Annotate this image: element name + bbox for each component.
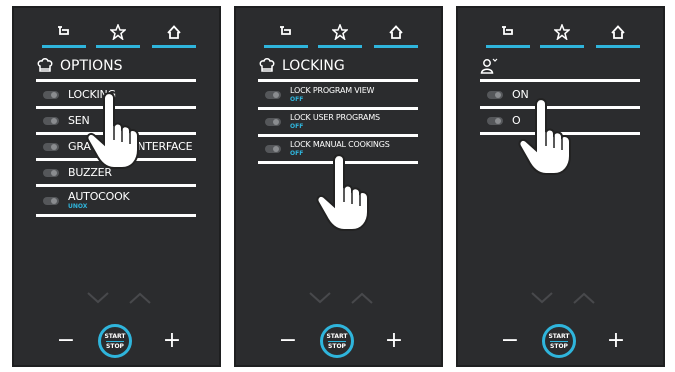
start-stop-divider [106,340,124,342]
scroll-down-icon[interactable] [308,291,332,305]
bottom-controls: − START STOP + [456,324,665,362]
pointing-hand-icon [316,154,369,231]
favorite-star-icon [554,24,570,40]
tab-underline [486,45,530,48]
user-lock-icon [480,58,498,74]
home-icon [167,25,181,39]
item-label: LOCK PROGRAM VIEW [290,86,375,96]
plus-button[interactable]: + [162,326,182,356]
toggle-indicator-icon [264,89,282,101]
toggle-indicator-icon [486,89,504,101]
chef-hat-icon [37,58,53,72]
scroll-up-icon[interactable] [128,291,152,305]
tab-underline [264,45,308,48]
item-sublabel: OFF [290,122,304,130]
header-underline [258,79,418,82]
back-icon [58,26,69,35]
page-header: LOCKING [258,52,418,82]
back-icon [502,26,513,35]
start-stop-button[interactable]: START STOP [542,324,576,358]
top-nav [12,20,221,50]
screen-locking: LOCKING LOCK PROGRAM VIEW OFF LOCK USER … [234,6,443,367]
page-title: LOCKING [282,58,345,74]
start-label: START [548,332,570,340]
item-label: AUTOCOOK [68,190,130,204]
start-stop-button[interactable]: START STOP [98,324,132,358]
favorites-button[interactable] [318,20,362,50]
scroll-down-icon[interactable] [86,291,110,305]
screen-options: OPTIONS LOCKING SEN GRA ER INTERFACE BUZ… [12,6,221,367]
favorite-star-icon [110,24,126,40]
header-underline [480,79,640,82]
minus-button[interactable]: − [56,326,76,356]
bottom-controls: − START STOP + [12,324,221,362]
tab-underline [596,45,640,48]
page-header: OPTIONS [36,52,196,82]
item-sublabel: UNOX [68,202,88,210]
header-underline [36,79,196,82]
plus-button[interactable]: + [384,326,404,356]
plus-button[interactable]: + [606,326,626,356]
home-button[interactable] [596,20,640,50]
minus-button[interactable]: − [500,326,520,356]
favorites-button[interactable] [96,20,140,50]
scroll-down-icon[interactable] [530,291,554,305]
toggle-indicator-icon [42,115,60,127]
scroll-up-icon[interactable] [350,291,374,305]
start-stop-divider [550,340,568,342]
stop-label: STOP [106,342,124,350]
top-nav [234,20,443,50]
screen-locking-value: ON O − START STOP + [456,6,665,367]
toggle-indicator-icon [486,115,504,127]
favorites-button[interactable] [540,20,584,50]
list-item-lock-program-view[interactable]: LOCK PROGRAM VIEW OFF [258,83,418,110]
stop-label: STOP [328,342,346,350]
start-stop-divider [328,340,346,342]
page-title: OPTIONS [60,58,123,74]
toggle-indicator-icon [42,167,60,179]
toggle-indicator-icon [42,141,60,153]
page-header [480,52,640,82]
scroll-up-icon[interactable] [572,291,596,305]
toggle-indicator-icon [264,143,282,155]
start-label: START [326,332,348,340]
tab-underline [152,45,196,48]
home-button[interactable] [152,20,196,50]
favorite-star-icon [332,24,348,40]
home-icon [389,25,403,39]
minus-button[interactable]: − [278,326,298,356]
toggle-indicator-icon [42,195,60,207]
item-sublabel: OFF [290,95,304,103]
item-label: LOCK USER PROGRAMS [290,113,380,123]
pointing-hand-icon [86,92,139,169]
stop-label: STOP [550,342,568,350]
bottom-controls: − START STOP + [234,324,443,362]
tab-underline [374,45,418,48]
tab-underline [96,45,140,48]
tab-underline [318,45,362,48]
pointing-hand-icon [518,98,571,175]
home-icon [611,25,625,39]
chef-hat-icon [259,58,275,72]
top-nav [456,20,665,50]
tab-underline [540,45,584,48]
back-icon [280,26,291,35]
toggle-indicator-icon [264,116,282,128]
back-button[interactable] [486,20,530,50]
toggle-indicator-icon [42,89,60,101]
item-label: LOCK MANUAL COOKINGS [290,140,390,150]
back-button[interactable] [264,20,308,50]
list-item-lock-user-programs[interactable]: LOCK USER PROGRAMS OFF [258,110,418,137]
tab-underline [42,45,86,48]
start-label: START [104,332,126,340]
back-button[interactable] [42,20,86,50]
home-button[interactable] [374,20,418,50]
start-stop-button[interactable]: START STOP [320,324,354,358]
list-item-autocook[interactable]: AUTOCOOK UNOX [36,187,196,217]
